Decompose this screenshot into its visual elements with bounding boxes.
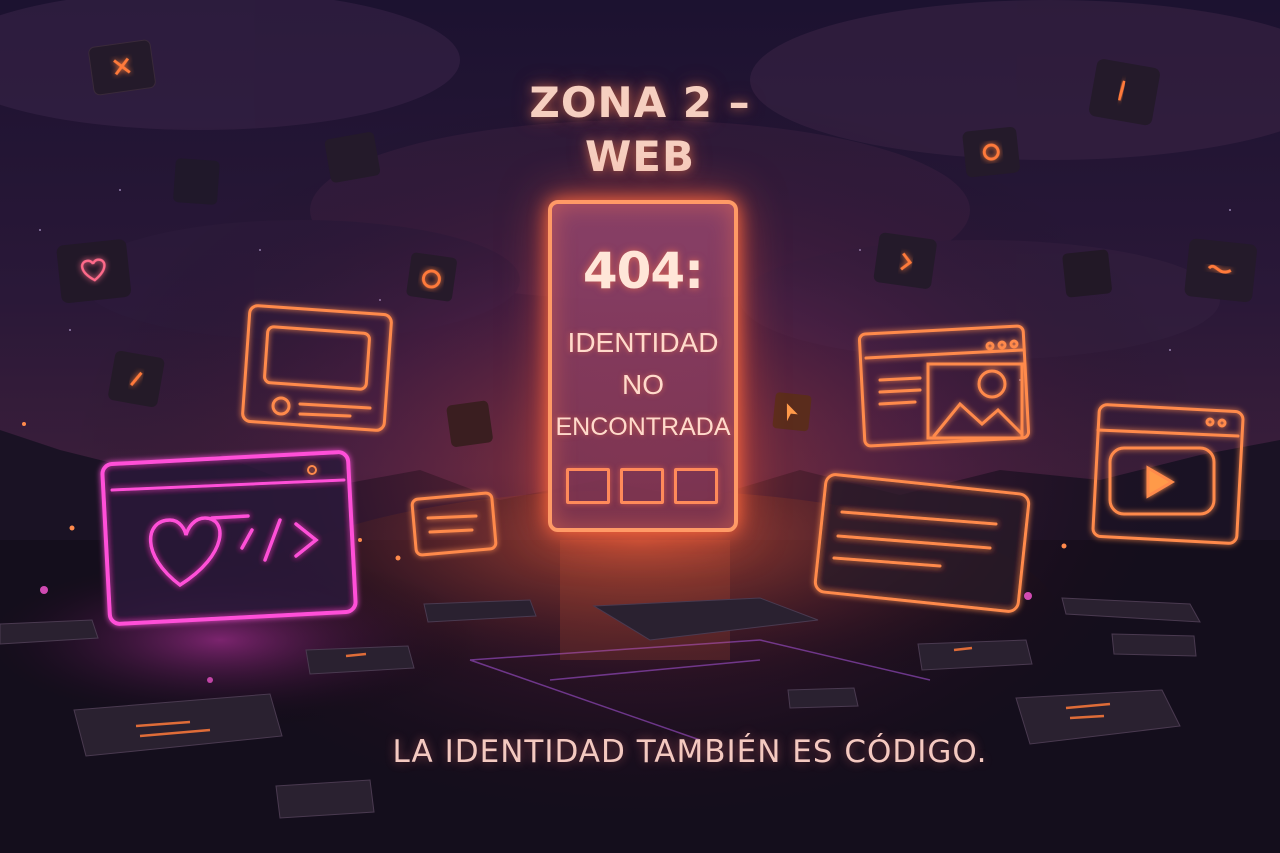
- zone-title: ZONA 2 – WEB: [470, 76, 810, 184]
- tagline: LA IDENTIDAD TAMBIÉN ES CÓDIGO.: [392, 734, 988, 770]
- error-message-line-1: IDENTIDAD: [567, 327, 719, 358]
- sign-box: [566, 468, 610, 504]
- error-code: 404:: [582, 242, 704, 300]
- error-sign: 404: IDENTIDAD NO ENCONTRADA: [548, 200, 738, 532]
- sign-box: [620, 468, 664, 504]
- sign-box: [674, 468, 718, 504]
- neon-scene: ZONA 2 – WEB 404: IDENTIDAD NO ENCONTRAD…: [0, 0, 1280, 853]
- zone-title-line-2: WEB: [584, 132, 696, 181]
- sign-boxes: [566, 468, 726, 508]
- zone-title-line-1: ZONA 2 –: [529, 78, 751, 127]
- error-message-line-2: NO: [622, 369, 664, 400]
- error-message-line-3: ENCONTRADA: [555, 413, 731, 441]
